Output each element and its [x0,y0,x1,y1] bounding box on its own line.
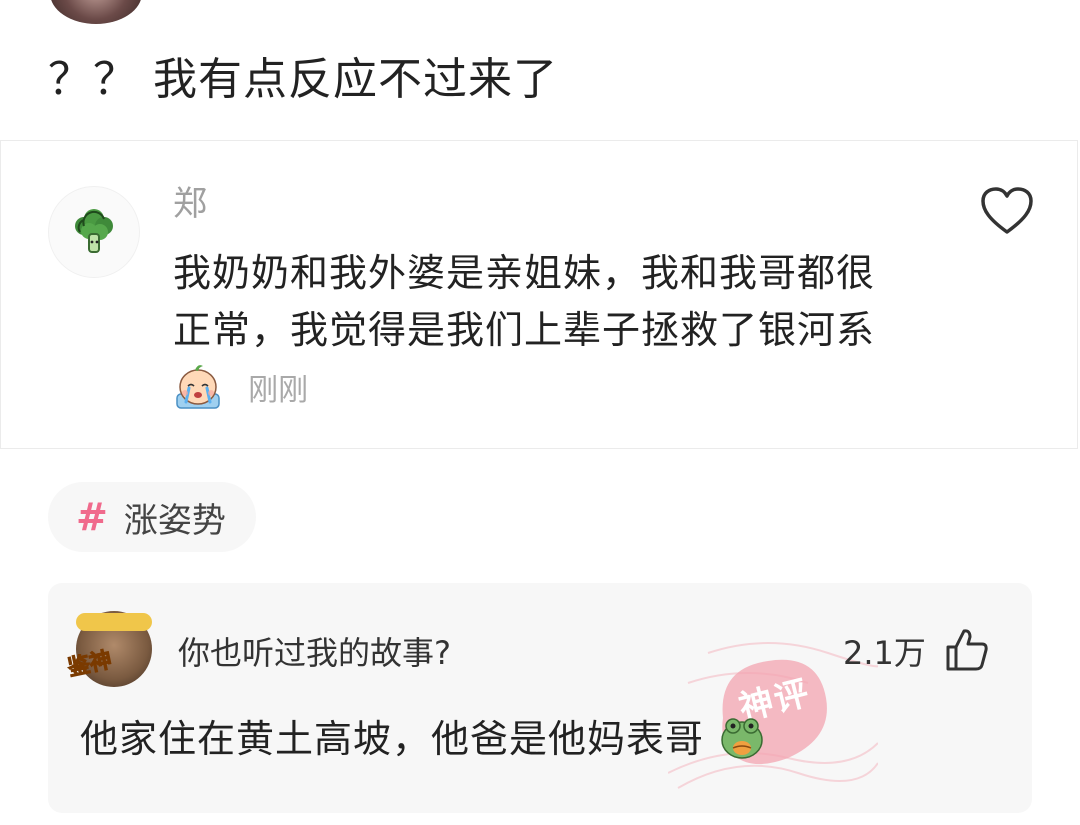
like-count: 2.1万 [843,634,926,672]
commenter-name[interactable]: 你也听过我的故事? [178,631,451,675]
heart-outline-icon[interactable] [979,185,1035,237]
quoted-author-name[interactable]: 郑 [173,181,207,227]
broccoli-icon [75,209,113,253]
crying-face-emoji [176,365,220,409]
post-text: ？？ 我有点反应不过来了 [48,54,558,105]
post-author-avatar[interactable] [50,0,142,24]
thumbs-up-outline-icon[interactable] [944,627,990,673]
featured-comment-text: 他家住在黄土高坡，他爸是他妈表哥 [80,717,705,761]
quoted-comment-text: 我奶奶和我外婆是亲姐妹，我和我哥都很正常，我觉得是我们上辈子拯救了银河系 [173,251,876,352]
frog-face-emoji [721,718,763,759]
quoted-comment-card[interactable]: 郑 我奶奶和我外婆是亲姐妹，我和我哥都很正常，我觉得是我们上辈子拯救了银河系 刚… [0,140,1078,449]
topic-label: 涨姿势 [123,500,226,541]
hashtag-icon: # [76,495,108,539]
topic-chip[interactable]: # 涨姿势 [48,482,256,552]
quoted-comment-time: 刚刚 [248,373,309,408]
featured-comment-body: 他家住在黄土高坡，他爸是他妈表哥 [80,711,767,767]
featured-comment-card[interactable]: 神评 鉴神 你也听过我的故事? 2.1万 他家住在黄土高坡，他爸是他妈表哥 [48,583,1032,813]
quoted-author-avatar[interactable] [48,186,140,278]
avatar-headband [76,613,152,631]
quoted-comment-body: 我奶奶和我外婆是亲姐妹，我和我哥都很正常，我觉得是我们上辈子拯救了银河系 刚刚 [173,245,903,419]
